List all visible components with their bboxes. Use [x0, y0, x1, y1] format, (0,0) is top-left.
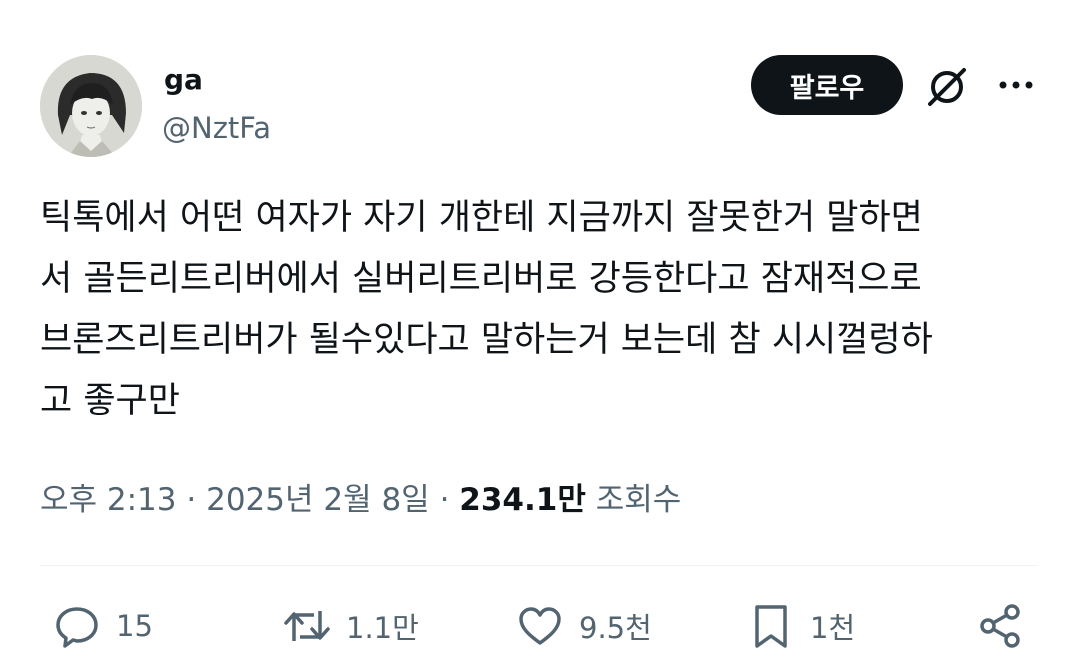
retweet-icon — [282, 601, 332, 651]
reply-icon — [52, 601, 102, 651]
avatar[interactable] — [40, 55, 142, 157]
follow-button[interactable]: 팔로우 — [751, 55, 903, 115]
avatar-image — [40, 55, 142, 157]
like-count: 9.5천 — [579, 611, 652, 645]
tweet-date[interactable]: 2025년 2월 8일 — [206, 482, 430, 518]
meta-separator: · — [439, 482, 450, 518]
like-button[interactable]: 9.5천 — [515, 600, 652, 652]
reply-button[interactable]: 15 — [52, 600, 153, 652]
heart-icon — [515, 601, 565, 651]
display-name[interactable]: ga — [164, 60, 203, 100]
tweet-time[interactable]: 오후 2:13 — [40, 482, 177, 518]
retweet-button[interactable]: 1.1만 — [282, 600, 419, 652]
bookmark-icon — [746, 601, 796, 651]
share-button[interactable] — [976, 600, 1026, 652]
views-label: 조회수 — [595, 482, 682, 518]
share-icon — [976, 601, 1026, 651]
retweet-count: 1.1만 — [346, 611, 419, 645]
bookmark-button[interactable]: 1천 — [746, 600, 855, 652]
tweet-text: 틱톡에서 어떤 여자가 자기 개한테 지금까지 잘못한거 말하면 서 골든리트리… — [40, 198, 933, 421]
tweet-meta: 오후 2:13 · 2025년 2월 8일 · 234.1만 조회수 — [40, 478, 681, 522]
more-horizontal-icon[interactable] — [996, 70, 1036, 100]
grok-icon[interactable] — [922, 62, 972, 112]
views-count: 234.1만 — [459, 482, 586, 518]
meta-separator: · — [186, 482, 197, 518]
bookmark-count: 1천 — [810, 611, 856, 645]
reply-count: 15 — [116, 609, 153, 643]
divider — [40, 565, 1038, 566]
user-handle[interactable]: @NztFa — [162, 108, 271, 148]
